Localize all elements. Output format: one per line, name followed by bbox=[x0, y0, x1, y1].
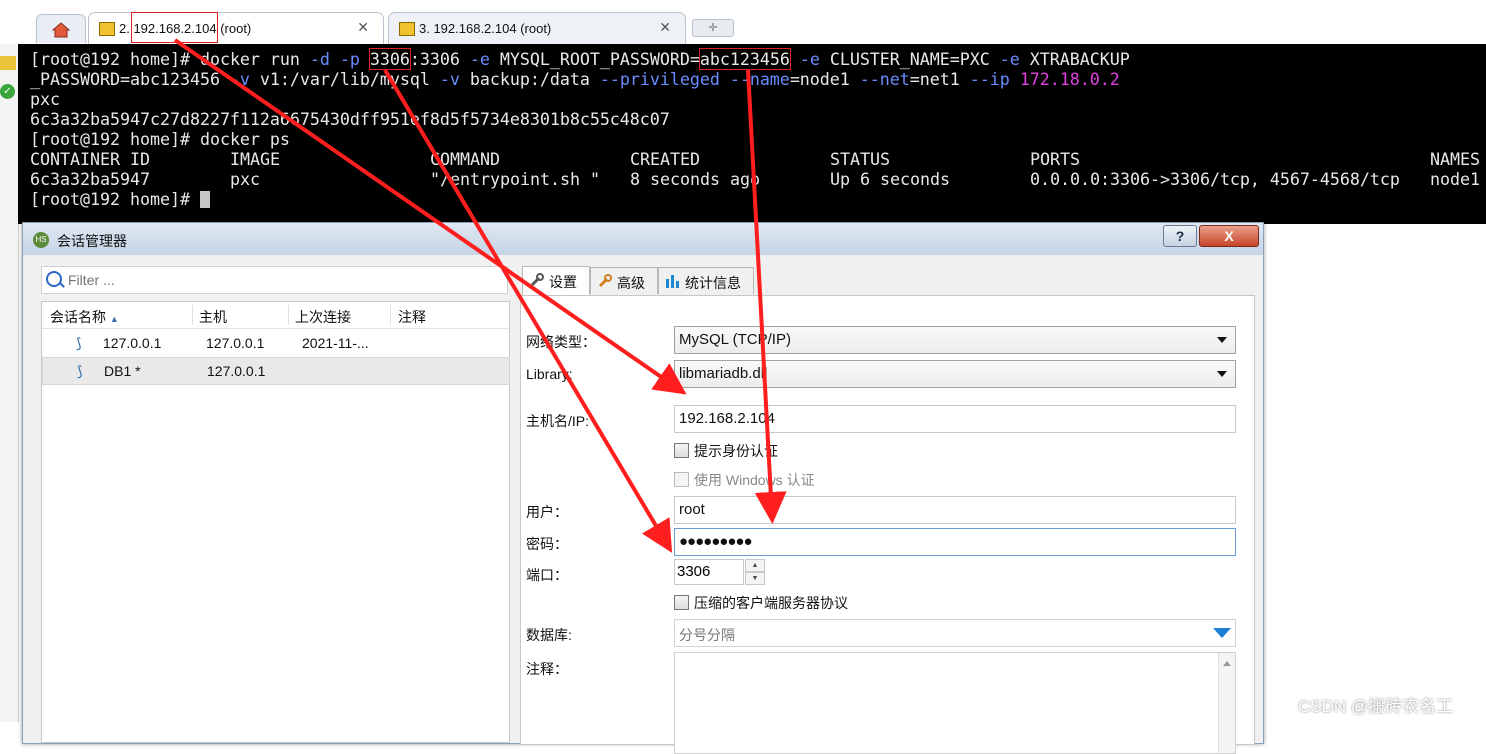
ps-cell: node1 bbox=[1430, 169, 1480, 189]
tab-session-3[interactable]: 3. 192.168.2.104 (root) ✕ bbox=[388, 12, 686, 44]
search-icon bbox=[46, 271, 62, 287]
terminal-cursor bbox=[199, 191, 210, 208]
watermark: CSDN @搬砖农名工 bbox=[1298, 697, 1454, 716]
network-type-label: 网络类型： bbox=[526, 334, 596, 350]
ps-cell: Up 6 seconds bbox=[830, 169, 950, 189]
check-icon[interactable]: ✓ bbox=[0, 84, 15, 99]
terminal-line: _PASSWORD=abc123456 -v v1:/var/lib/mysql… bbox=[30, 69, 1120, 89]
new-tab-button[interactable]: ✛ bbox=[692, 19, 734, 37]
stepper-down-icon[interactable]: ▼ bbox=[745, 572, 765, 585]
close-icon[interactable]: ✕ bbox=[659, 19, 671, 36]
password-label: 密码： bbox=[526, 536, 568, 552]
dialog-body: 会话名称 ▲ 主机 上次连接 注释 ⟆ 127.0.0.1 127.0.0.1 … bbox=[33, 255, 1255, 754]
annotation-box: abc123456 bbox=[698, 48, 791, 70]
sort-ascending-icon: ▲ bbox=[109, 314, 119, 324]
close-button[interactable]: X bbox=[1199, 225, 1259, 247]
password-input[interactable]: ●●●●●●●●● bbox=[674, 528, 1236, 556]
port-label: 端口： bbox=[526, 567, 568, 583]
windows-auth-checkbox[interactable]: 使用 Windows 认证 bbox=[674, 470, 815, 490]
heidisql-icon: HS bbox=[33, 232, 49, 248]
dropdown-triangle-icon[interactable] bbox=[1213, 628, 1231, 638]
filter-box[interactable] bbox=[41, 266, 508, 294]
session-row[interactable]: ⟆ 127.0.0.1 127.0.0.1 2021-11-... bbox=[42, 330, 508, 356]
notes-textarea[interactable] bbox=[674, 652, 1236, 754]
compress-checkbox[interactable]: 压缩的客户端服务器协议 bbox=[674, 593, 848, 613]
database-label: 数据库: bbox=[526, 627, 572, 643]
library-select[interactable]: libmariadb.dll bbox=[674, 360, 1236, 388]
terminal-line: pxc bbox=[30, 89, 60, 109]
mysql-dolphin-icon: ⟆ bbox=[76, 335, 82, 351]
ps-cell: 0.0.0.0:3306->3306/tcp, 4567-4568/tcp bbox=[1030, 169, 1400, 189]
session-list[interactable]: 会话名称 ▲ 主机 上次连接 注释 ⟆ 127.0.0.1 127.0.0.1 … bbox=[41, 301, 510, 743]
host-label: 主机名/IP: bbox=[526, 413, 590, 429]
terminal-tab-icon bbox=[399, 22, 415, 36]
session-manager-dialog: HS 会话管理器 ? X 会话名称 ▲ 主机 上次连接 注释 ⟆ 127.0.0… bbox=[22, 222, 1264, 754]
network-type-select[interactable]: MySQL (TCP/IP) bbox=[674, 326, 1236, 354]
help-button[interactable]: ? bbox=[1163, 225, 1197, 247]
settings-panel: 网络类型： MySQL (TCP/IP) Library: libmariadb… bbox=[520, 295, 1255, 754]
ps-header: IMAGE bbox=[230, 149, 280, 169]
tab-settings[interactable]: 设置 bbox=[522, 266, 590, 295]
terminal-line: 6c3a32ba5947c27d8227f112a6675430dff951ef… bbox=[30, 109, 670, 129]
home-tab-button[interactable] bbox=[36, 14, 86, 43]
ps-header: CONTAINER ID bbox=[30, 149, 150, 169]
session-row-selected[interactable]: ⟆ DB1 * 127.0.0.1 bbox=[42, 357, 510, 385]
close-icon[interactable]: ✕ bbox=[357, 19, 369, 36]
column-header-notes[interactable]: 注释 bbox=[398, 307, 426, 327]
tab-advanced[interactable]: 高级 bbox=[590, 267, 658, 294]
ps-header: NAMES bbox=[1430, 149, 1480, 169]
annotation-box bbox=[131, 12, 218, 43]
user-label: 用户： bbox=[526, 504, 568, 520]
annotation-box: 3306 bbox=[368, 48, 411, 70]
stepper-up-icon[interactable]: ▲ bbox=[745, 559, 765, 572]
dialog-title: 会话管理器 bbox=[57, 233, 127, 249]
ps-cell: 6c3a32ba5947 bbox=[30, 169, 150, 189]
filter-input[interactable] bbox=[66, 270, 490, 290]
port-stepper[interactable]: 3306 ▲ ▼ bbox=[674, 559, 765, 585]
column-header-host[interactable]: 主机 bbox=[199, 307, 227, 327]
folder-icon[interactable] bbox=[0, 56, 16, 70]
scrollbar[interactable] bbox=[1218, 653, 1235, 753]
terminal-line: [root@192 home]# docker ps bbox=[30, 129, 290, 149]
ps-header: PORTS bbox=[1030, 149, 1080, 169]
ps-cell: pxc bbox=[230, 169, 260, 189]
prompt-auth-checkbox[interactable]: 提示身份认证 bbox=[674, 441, 778, 461]
tab-strip: 2. 192.168.2.104 (root) ✕ 3. 192.168.2.1… bbox=[0, 0, 1486, 44]
column-header-name[interactable]: 会话名称 ▲ bbox=[50, 307, 119, 327]
terminal[interactable]: [root@192 home]# docker run -d -p 3306:3… bbox=[18, 44, 1486, 224]
wrench-icon bbox=[529, 272, 545, 288]
library-label: Library: bbox=[526, 366, 573, 382]
bar-chart-icon bbox=[665, 273, 681, 289]
ps-header: STATUS bbox=[830, 149, 890, 169]
session-list-header: 会话名称 ▲ 主机 上次连接 注释 bbox=[42, 302, 509, 329]
notes-label: 注释： bbox=[526, 661, 568, 677]
dialog-titlebar[interactable]: HS 会话管理器 ? X bbox=[23, 223, 1263, 255]
tab-label: 3. 192.168.2.104 (root) bbox=[419, 21, 552, 36]
mysql-dolphin-icon: ⟆ bbox=[77, 363, 83, 379]
terminal-line: [root@192 home]# bbox=[30, 189, 210, 209]
chevron-down-icon bbox=[1217, 337, 1227, 343]
ps-cell: "/entrypoint.sh " bbox=[430, 169, 600, 189]
ps-header: COMMAND bbox=[430, 149, 500, 169]
tab-statistics[interactable]: 统计信息 bbox=[658, 267, 754, 294]
user-input[interactable]: root bbox=[674, 496, 1236, 524]
ps-header: CREATED bbox=[630, 149, 700, 169]
left-side-strip: ✓ bbox=[0, 44, 19, 722]
database-combobox[interactable]: 分号分隔 bbox=[674, 619, 1236, 647]
chevron-down-icon bbox=[1217, 371, 1227, 377]
ps-cell: 8 seconds ago bbox=[630, 169, 760, 189]
terminal-tab-icon bbox=[99, 22, 115, 36]
column-header-last-connect[interactable]: 上次连接 bbox=[295, 307, 351, 327]
terminal-line: [root@192 home]# docker run -d -p 3306:3… bbox=[30, 48, 1130, 70]
home-icon bbox=[51, 22, 71, 38]
host-input[interactable]: 192.168.2.104 bbox=[674, 405, 1236, 433]
wrench-icon bbox=[597, 273, 613, 289]
